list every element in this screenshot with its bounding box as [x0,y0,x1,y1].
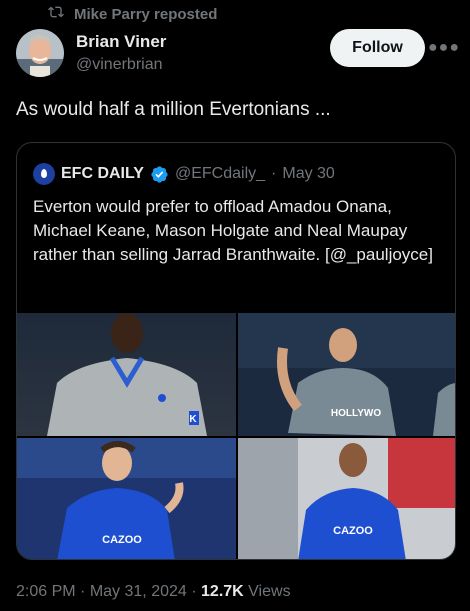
tweet-date[interactable]: May 31, 2024 [90,583,187,600]
quoted-tweet-text: Everton would prefer to offload Amadou O… [33,197,433,264]
avatar[interactable] [16,29,64,77]
header-separator: · [271,165,277,182]
repost-icon [48,4,64,24]
meta-separator: · [191,583,197,600]
photo-maupay[interactable]: HOLLYWO [238,313,455,436]
efc-daily-avatar[interactable] [33,163,55,185]
meta-separator: · [80,583,86,600]
photo-grid: K HOLLYWO CAZOO CAZOO [17,313,455,559]
tweet-text: As would half a million Evertonians ... [16,99,331,120]
shirt-text: HOLLYWO [331,408,381,419]
photo-keane[interactable]: CAZOO [17,438,236,559]
quoted-author-name[interactable]: EFC DAILY [61,165,144,183]
repost-header[interactable]: Mike Parry reposted [48,4,217,24]
quoted-date[interactable]: May 30 [282,165,334,183]
views-label: Views [248,583,291,600]
tweet-metadata: 2:06 PM · May 31, 2024 · 12.7K Views [16,583,291,601]
photo-holgate[interactable]: CAZOO [238,438,455,559]
author-name[interactable]: Brian Viner [76,32,166,52]
repost-text: Mike Parry reposted [74,5,218,23]
more-icon[interactable]: ●●● [428,36,459,60]
verified-badge-icon [150,165,169,184]
quoted-author-handle[interactable]: @EFCdaily_ [175,165,265,183]
sponsor-text-holgate: CAZOO [333,525,373,537]
tweet-time[interactable]: 2:06 PM [16,583,76,600]
sleeve-text: K [189,414,197,425]
sponsor-text-keane: CAZOO [102,534,142,546]
quoted-tweet[interactable]: EFC DAILY @EFCdaily_ · May 30 Everton wo… [16,142,456,560]
views-count: 12.7K [201,583,244,600]
quoted-tweet-header: EFC DAILY @EFCdaily_ · May 30 [33,163,335,185]
follow-button[interactable]: Follow [330,29,425,67]
author-handle[interactable]: @vinerbrian [76,56,163,74]
photo-onana[interactable]: K [17,313,236,436]
